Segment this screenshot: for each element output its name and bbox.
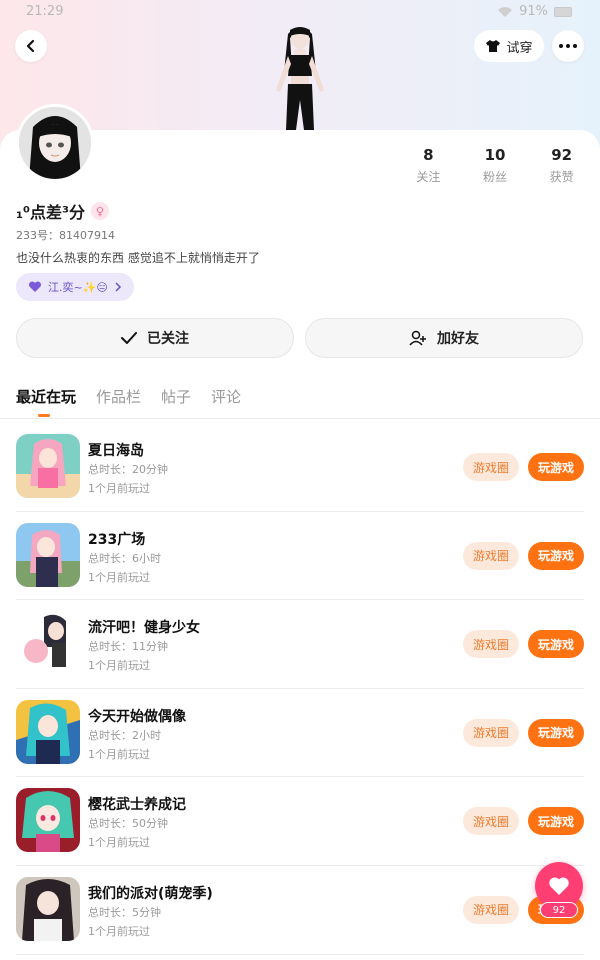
add-friend-label: 加好友 (437, 331, 479, 347)
game-thumbnail[interactable] (16, 434, 80, 498)
tab-label: 最近在玩 (16, 388, 77, 406)
game-row[interactable]: 我们的派对(萌宠季) 总时长：5分钟 1个月前玩过 游戏圈 玩游戏 (0, 866, 600, 955)
more-options-button[interactable] (552, 30, 584, 62)
game-row[interactable]: 今天开始做偶像 总时长：2小时 1个月前玩过 游戏圈 玩游戏 (0, 689, 600, 778)
tab-label: 帖子 (161, 388, 192, 406)
relationship-tag-label: 江.奕~✨😑 (48, 281, 108, 294)
check-icon (121, 332, 137, 344)
profile-stats: 8 关注 10 粉丝 92 获赞 (395, 146, 595, 185)
game-title: 我们的派对(萌宠季) (88, 885, 213, 902)
play-game-button[interactable]: 玩游戏 (528, 541, 584, 570)
wifi-icon (498, 6, 513, 17)
game-duration: 总时长：2小时 (88, 728, 161, 742)
profile-uid: 233号：81407914 (16, 229, 115, 242)
followed-button[interactable]: 已关注 (16, 318, 294, 358)
stat-label: 粉丝 (483, 170, 508, 184)
heart-icon (549, 877, 569, 895)
stat-value: 10 (484, 146, 506, 164)
try-on-label: 试穿 (506, 40, 533, 56)
game-thumbnail[interactable] (16, 788, 80, 853)
followed-label: 已关注 (147, 331, 189, 347)
game-thumbnail[interactable] (16, 699, 80, 764)
game-last-played: 1个月前玩过 (88, 924, 150, 938)
avatar-3d-figure (266, 20, 334, 134)
profile-nickname: ₁⁰点差³分 ♀ (16, 199, 110, 223)
game-duration: 总时长：6小时 (88, 551, 161, 565)
game-title: 夏日海岛 (88, 443, 144, 459)
stat-label: 关注 (416, 170, 441, 184)
game-thumbnail[interactable] (16, 611, 80, 676)
game-duration: 总时长：50分钟 (88, 817, 168, 831)
game-last-played: 1个月前玩过 (88, 836, 150, 850)
play-game-button[interactable]: 玩游戏 (528, 807, 584, 836)
stat-label: 获赞 (549, 170, 574, 184)
tab-label: 评论 (211, 388, 242, 406)
game-duration: 总时长：20分钟 (88, 463, 168, 476)
game-duration: 总时长：5分钟 (88, 905, 161, 919)
game-circle-button[interactable]: 游戏圈 (463, 630, 519, 659)
game-circle-button[interactable]: 游戏圈 (463, 807, 519, 836)
game-row[interactable]: 233广场 总时长：6小时 1个月前玩过 游戏圈 玩游戏 (0, 512, 600, 601)
game-last-played: 1个月前玩过 (88, 747, 150, 761)
stat-following[interactable]: 8 关注 (395, 146, 462, 185)
heart-icon (28, 281, 42, 292)
game-row[interactable]: 夏日海岛 总时长：20分钟 1个月前玩过 游戏圈 玩游戏 (0, 423, 600, 512)
game-title: 今天开始做偶像 (88, 708, 186, 725)
tab-comments[interactable]: 评论 (211, 386, 241, 407)
tabs-divider (0, 418, 600, 419)
profile-avatar[interactable] (16, 104, 94, 182)
game-thumbnail[interactable] (16, 876, 80, 941)
relationship-tag[interactable]: 江.奕~✨😑 (16, 273, 134, 301)
game-last-played: 1个月前玩过 (88, 570, 150, 584)
tab-recently-played[interactable]: 最近在玩 (16, 386, 77, 417)
profile-bio: 也没什么热衷的东西 感觉追不上就悄悄走开了 (16, 251, 260, 265)
back-button[interactable] (15, 30, 47, 62)
like-count-badge: 92 (540, 902, 578, 918)
battery-icon (554, 6, 572, 17)
game-circle-button[interactable]: 游戏圈 (463, 541, 519, 570)
stat-followers[interactable]: 10 粉丝 (462, 146, 529, 185)
game-thumbnail[interactable] (16, 522, 80, 587)
try-on-button[interactable]: 试穿 (474, 30, 544, 62)
game-circle-button[interactable]: 游戏圈 (463, 895, 519, 924)
status-indicators: 91% (497, 4, 572, 19)
play-game-button[interactable]: 玩游戏 (528, 630, 584, 659)
chevron-left-icon (26, 39, 35, 53)
game-last-played: 1个月前玩过 (88, 659, 150, 673)
stat-likes[interactable]: 92 获赞 (528, 146, 595, 185)
game-duration: 总时长：11分钟 (88, 640, 168, 654)
chevron-right-icon (115, 282, 121, 292)
more-dots-icon (559, 44, 577, 48)
tab-posts[interactable]: 帖子 (161, 386, 191, 407)
play-game-button[interactable]: 玩游戏 (528, 718, 584, 747)
stat-value: 92 (551, 146, 573, 164)
active-tab-indicator (38, 414, 50, 417)
status-time: 21:29 (26, 4, 64, 19)
game-circle-button[interactable]: 游戏圈 (463, 453, 519, 481)
game-row[interactable]: 樱花武士养成记 总时长：50分钟 1个月前玩过 游戏圈 玩游戏 (0, 777, 600, 866)
play-game-button[interactable]: 玩游戏 (528, 453, 584, 481)
stat-value: 8 (423, 146, 434, 164)
game-last-played: 1个月前玩过 (88, 482, 150, 495)
game-title: 流汗吧！健身少女 (88, 620, 200, 637)
game-row[interactable]: 流汗吧！健身少女 总时长：11分钟 1个月前玩过 游戏圈 玩游戏 (0, 600, 600, 689)
game-title: 233广场 (88, 531, 146, 548)
female-gender-icon: ♀ (91, 202, 110, 220)
profile-tabs: 最近在玩 作品栏 帖子 评论 (16, 386, 241, 417)
recent-games-list: 夏日海岛 总时长：20分钟 1个月前玩过 游戏圈 玩游戏 233广场 总时长：6… (0, 423, 600, 955)
game-title: 樱花武士养成记 (88, 797, 186, 814)
add-friend-button[interactable]: 加好友 (305, 318, 583, 358)
nickname-text: ₁⁰点差³分 (16, 203, 86, 222)
shirt-icon (486, 40, 501, 52)
tab-label: 作品栏 (96, 388, 142, 406)
battery-percent: 91% (519, 4, 548, 19)
add-user-icon (409, 330, 426, 346)
game-circle-button[interactable]: 游戏圈 (463, 718, 519, 747)
tab-works[interactable]: 作品栏 (96, 386, 141, 407)
